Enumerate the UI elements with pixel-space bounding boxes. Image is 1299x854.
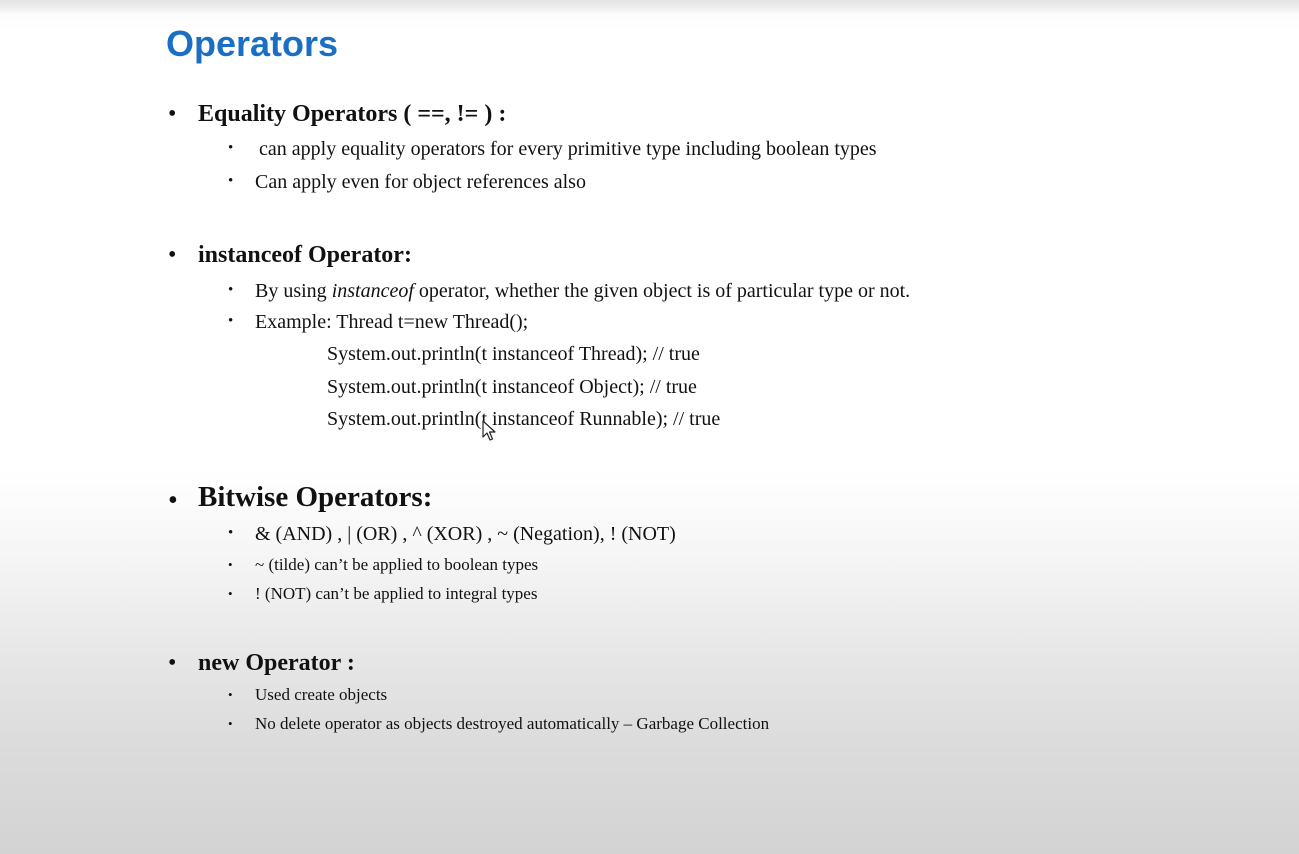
equality-item-1: can apply equality operators for every p… [259,138,877,160]
sub-bullet: • [228,557,233,572]
instanceof-keyword: instanceof [331,280,414,302]
sub-bullet: • [228,140,234,156]
heading-bullet: • [168,101,177,127]
bitwise-item-3: ! (NOT) can’t be applied to integral typ… [255,584,538,603]
sub-bullet: • [228,313,234,329]
heading-bullet: • [168,242,177,268]
code-line-runnable: System.out.println(t instanceof Runnable… [327,408,721,430]
instanceof-item-1-prefix: By using [255,280,332,302]
mouse-pointer-icon [482,420,496,441]
heading-new-operator: new Operator : [198,650,355,676]
heading-bullet: • [168,650,177,676]
equality-item-2: Can apply even for object references als… [255,171,586,193]
top-edge [0,0,1299,14]
bitwise-item-1: & (AND) , | (OR) , ^ (XOR) , ~ (Negation… [255,523,676,545]
instanceof-item-1: By using instanceof operator, whether th… [255,280,910,303]
new-item-1: Used create objects [255,685,388,704]
instanceof-example: Example: Thread t=new Thread(); [255,311,529,333]
heading-bullet: • [168,485,178,516]
sub-bullet: • [228,525,234,541]
slide-title: Operators [166,23,339,64]
sub-bullet: • [228,687,233,702]
heading-bitwise-operators: Bitwise Operators: [198,481,433,513]
bitwise-item-2: ~ (tilde) can’t be applied to boolean ty… [255,555,539,574]
sub-bullet: • [228,586,233,601]
sub-bullet: • [228,282,234,298]
new-item-2: No delete operator as objects destroyed … [255,714,770,733]
sub-bullet: • [228,173,234,189]
code-line-thread: System.out.println(t instanceof Thread);… [327,343,700,365]
heading-instanceof-operator: instanceof Operator: [198,242,412,268]
heading-equality-operators: Equality Operators ( ==, != ) : [198,101,507,127]
sub-bullet: • [228,716,233,731]
code-line-object: System.out.println(t instanceof Object);… [327,376,697,398]
instanceof-item-1-suffix: operator, whether the given object is of… [413,280,911,302]
